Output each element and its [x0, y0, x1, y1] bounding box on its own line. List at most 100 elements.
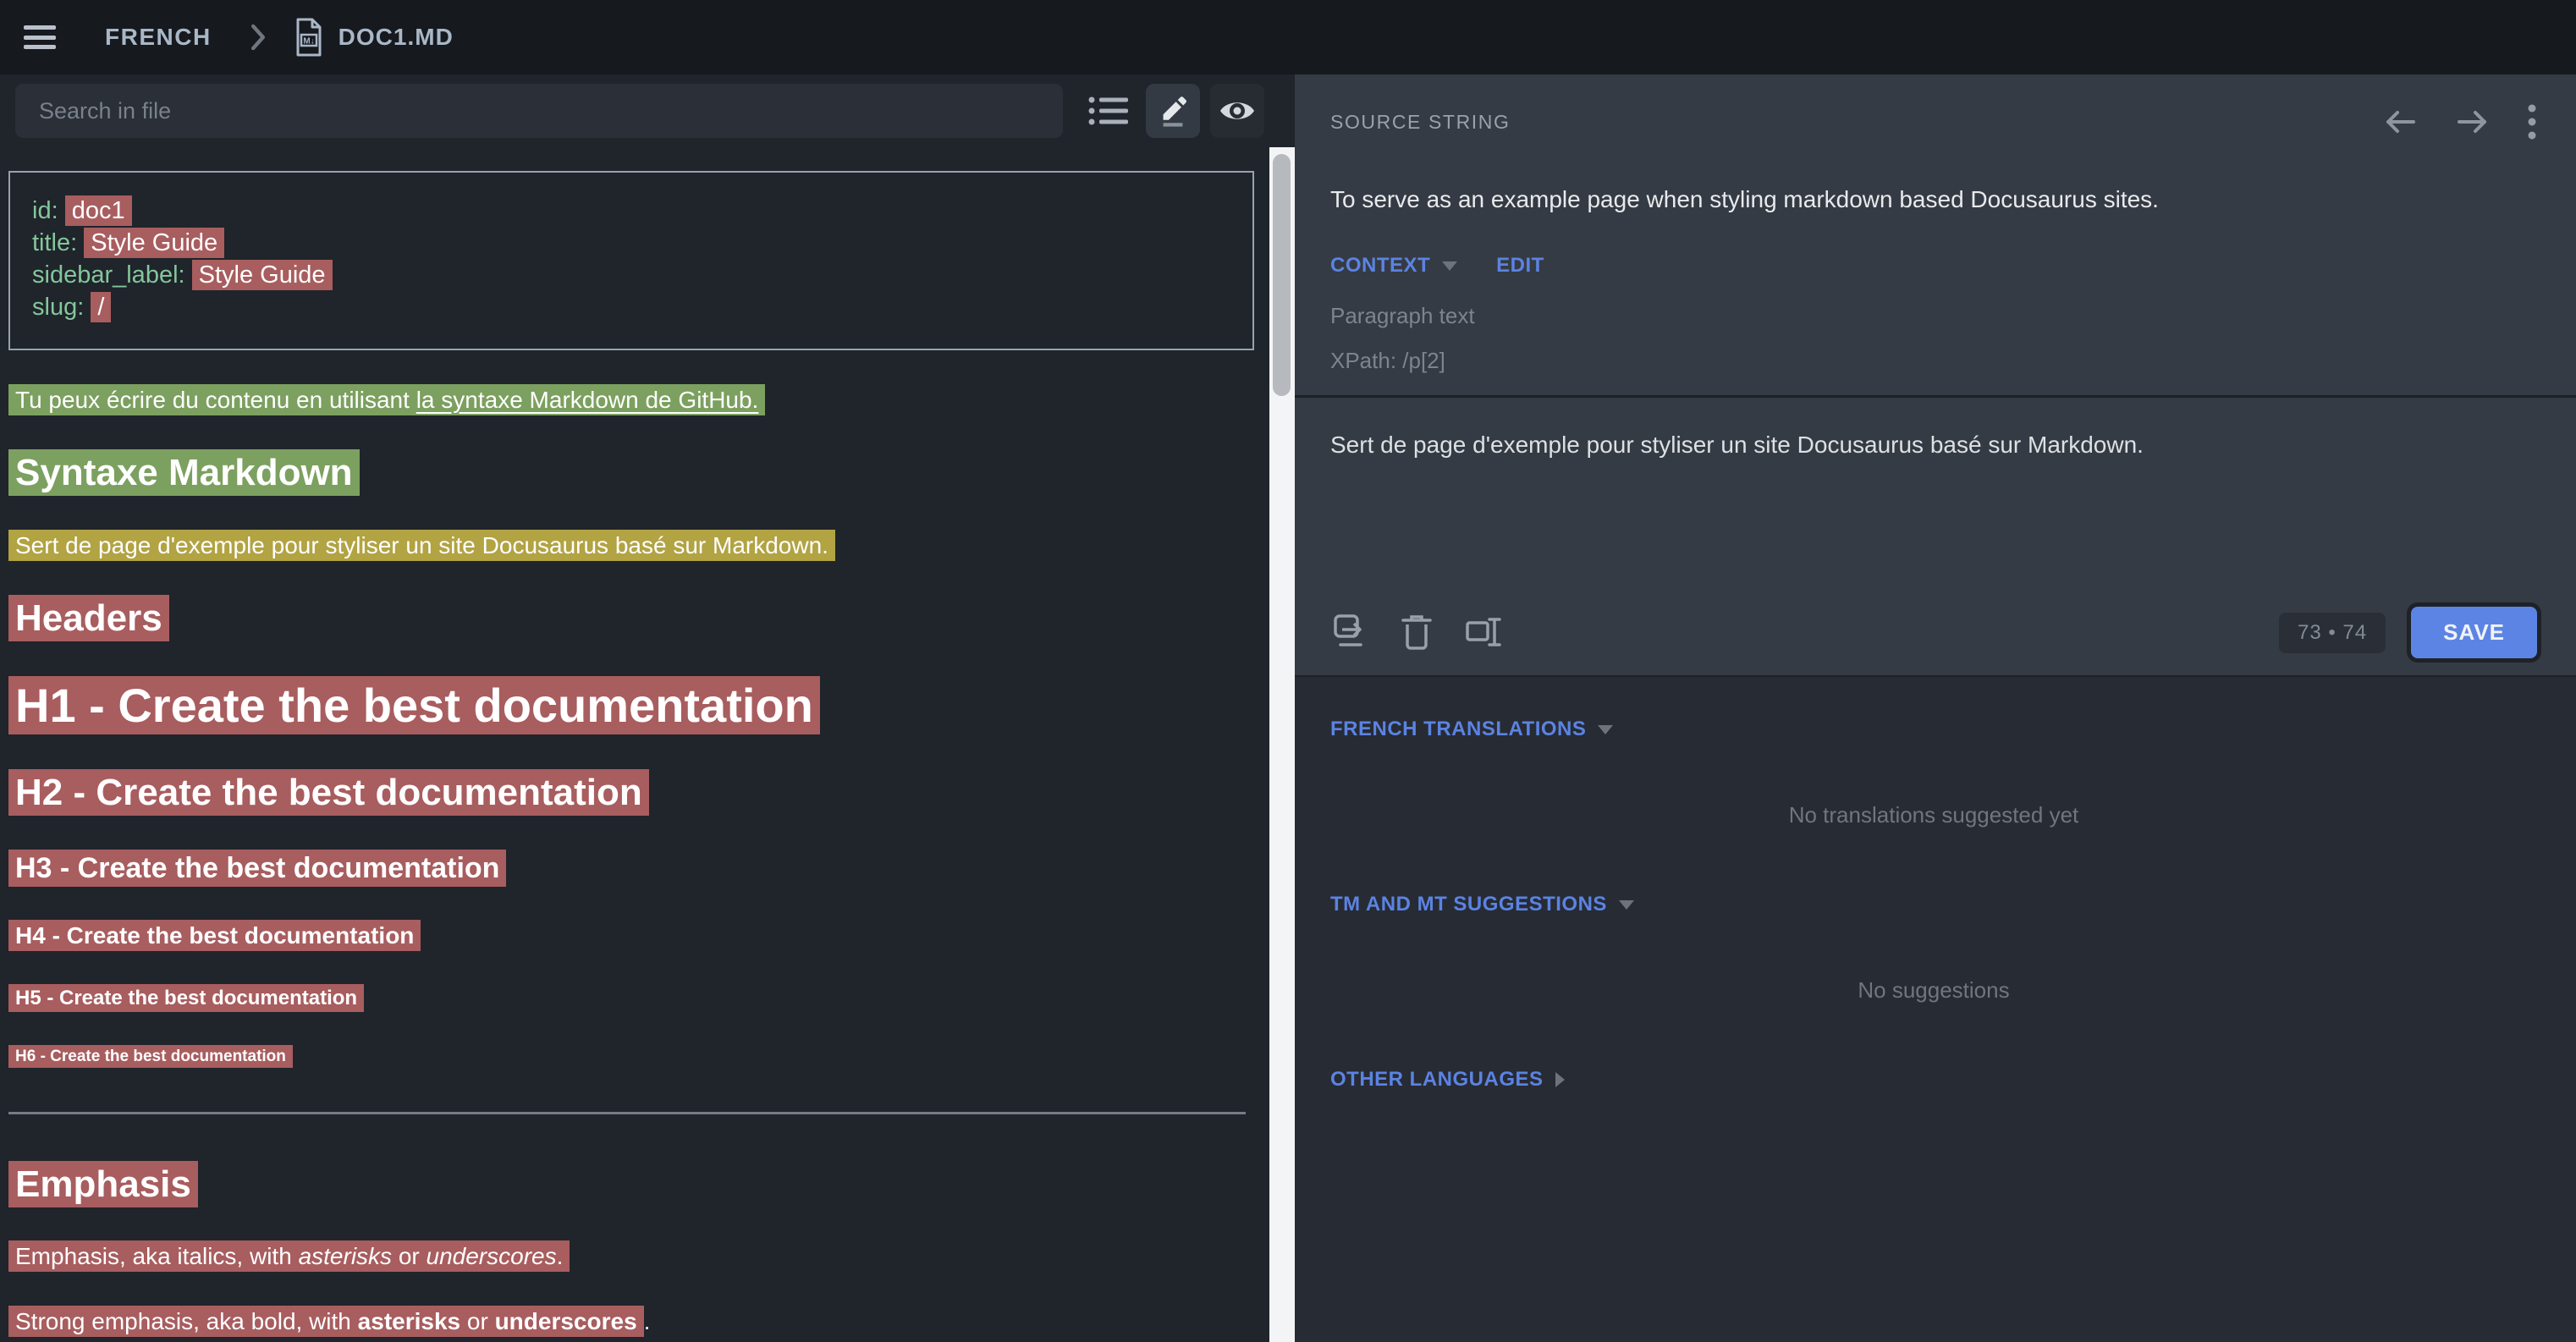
- pencil-icon: [1156, 94, 1190, 128]
- doc-block: Emphasis: [8, 1162, 1258, 1207]
- doc-block: Headers: [8, 596, 1258, 641]
- doc-string[interactable]: Sert de page d'exemple pour styliser un …: [8, 530, 835, 561]
- doc-text: H5 - Create the best documentation: [15, 987, 357, 1009]
- frontmatter-key: id:: [32, 197, 65, 224]
- frontmatter-line: title: Style Guide: [32, 227, 1236, 259]
- doc-string[interactable]: H6 - Create the best documentation: [8, 1045, 293, 1068]
- frontmatter-value-string[interactable]: Style Guide: [192, 260, 333, 290]
- doc-text: Emphasis, aka italics, with: [15, 1243, 299, 1269]
- rename-string-button[interactable]: [1464, 613, 1503, 653]
- doc-text: Sert de page d'exemple pour styliser un …: [15, 532, 828, 558]
- doc-block: Strong emphasis, aka bold, with asterisk…: [8, 1307, 1258, 1336]
- eye-icon: [1219, 97, 1256, 124]
- search-input[interactable]: [15, 84, 1063, 138]
- source-string-title: SOURCE STRING: [1330, 111, 1510, 134]
- tm-mt-suggestions-toggle[interactable]: TM AND MT SUGGESTIONS: [1330, 893, 2537, 916]
- context-dropdown[interactable]: CONTEXT: [1330, 254, 1430, 278]
- string-list-view-button[interactable]: [1082, 84, 1136, 138]
- translation-input[interactable]: Sert de page d'exemple pour styliser un …: [1330, 432, 2537, 459]
- doc-string[interactable]: Tu peux écrire du contenu en utilisant l…: [8, 384, 765, 415]
- doc-string[interactable]: H5 - Create the best documentation: [8, 984, 364, 1012]
- translations-empty-text: No translations suggested yet: [1330, 802, 2537, 828]
- scrollbar-track[interactable]: [1269, 147, 1295, 1342]
- doc-text: H2 - Create the best documentation: [15, 772, 642, 813]
- frontmatter-line: slug: /: [32, 291, 1236, 323]
- copy-source-button[interactable]: [1330, 613, 1369, 653]
- doc-block: H5 - Create the best documentation: [8, 986, 1258, 1010]
- top-bar: FRENCH M↓ DOC1.MD: [0, 0, 2576, 74]
- chevron-down-icon[interactable]: [1442, 261, 1457, 271]
- edit-context-button[interactable]: EDIT: [1496, 254, 1544, 278]
- edit-mode-button[interactable]: [1146, 84, 1200, 138]
- frontmatter-value-string[interactable]: Style Guide: [84, 228, 224, 258]
- doc-string[interactable]: H2 - Create the best documentation: [8, 769, 649, 816]
- context-type: Paragraph text: [1330, 303, 2537, 329]
- translation-pane: SOURCE STRING: [1295, 74, 2576, 1342]
- doc-text: Syntaxe Markdown: [15, 452, 353, 493]
- previous-string-button[interactable]: [2381, 107, 2419, 136]
- french-translations-title: FRENCH TRANSLATIONS: [1330, 718, 1586, 741]
- doc-string[interactable]: H3 - Create the best documentation: [8, 850, 506, 887]
- scrollbar-thumb[interactable]: [1273, 154, 1291, 396]
- preview-mode-button[interactable]: [1210, 84, 1264, 138]
- document-pane: id: doc1title: Style Guidesidebar_label:…: [0, 74, 1295, 1342]
- document-content: id: doc1title: Style Guidesidebar_label:…: [0, 147, 1269, 1342]
- frontmatter-key: title:: [32, 229, 84, 256]
- doc-text: .: [644, 1308, 651, 1334]
- more-options-button[interactable]: [2527, 103, 2537, 140]
- doc-text: Tu peux écrire du contenu en utilisant: [15, 387, 416, 413]
- french-translations-toggle[interactable]: FRENCH TRANSLATIONS: [1330, 718, 2537, 741]
- chevron-down-icon: [1598, 725, 1613, 734]
- search-row: [0, 74, 1295, 147]
- delete-translation-button[interactable]: [1400, 613, 1434, 653]
- doc-text: Strong emphasis, aka bold, with: [15, 1308, 358, 1334]
- doc-text: Emphasis: [15, 1163, 191, 1205]
- doc-string[interactable]: Headers: [8, 595, 169, 641]
- doc-block: H3 - Create the best documentation: [8, 851, 1258, 886]
- save-button[interactable]: SAVE: [2411, 607, 2537, 658]
- doc-block: Emphasis, aka italics, with asterisks or…: [8, 1242, 1258, 1271]
- context-xpath: XPath: /p[2]: [1330, 348, 2537, 374]
- doc-string[interactable]: Strong emphasis, aka bold, with asterisk…: [8, 1306, 644, 1337]
- doc-text: or: [460, 1308, 494, 1334]
- doc-string[interactable]: H4 - Create the best documentation: [8, 920, 421, 951]
- breadcrumb-file[interactable]: M↓ DOC1.MD: [294, 18, 454, 57]
- doc-block: Tu peux écrire du contenu en utilisant l…: [8, 386, 1258, 415]
- trash-icon: [1400, 613, 1434, 653]
- frontmatter-line: id: doc1: [32, 195, 1236, 227]
- chevron-down-icon: [1619, 900, 1634, 910]
- doc-block: H1 - Create the best documentation: [8, 677, 1258, 734]
- breadcrumb-chevron-icon: [249, 24, 267, 51]
- text-cursor-icon: [1464, 613, 1503, 653]
- source-string-section: SOURCE STRING: [1295, 74, 2576, 398]
- divider: [8, 1112, 1246, 1114]
- doc-string[interactable]: Emphasis: [8, 1161, 198, 1207]
- doc-link[interactable]: la syntaxe Markdown de GitHub.: [416, 387, 759, 413]
- tm-mt-suggestions-title: TM AND MT SUGGESTIONS: [1330, 893, 1607, 916]
- chevron-right-icon: [1555, 1072, 1565, 1087]
- doc-string[interactable]: H1 - Create the best documentation: [8, 676, 820, 734]
- doc-string[interactable]: Syntaxe Markdown: [8, 449, 360, 496]
- tm-empty-text: No suggestions: [1330, 977, 2537, 1004]
- translation-toolbar: 73 • 74 SAVE: [1330, 607, 2537, 658]
- doc-text: H4 - Create the best documentation: [15, 922, 414, 949]
- next-string-button[interactable]: [2454, 107, 2491, 136]
- doc-text: underscores: [427, 1243, 557, 1269]
- menu-icon[interactable]: [24, 25, 56, 49]
- breadcrumb-file-label: DOC1.MD: [339, 24, 454, 51]
- other-languages-title: OTHER LANGUAGES: [1330, 1068, 1544, 1092]
- doc-block: H2 - Create the best documentation: [8, 770, 1258, 816]
- doc-text: Headers: [15, 597, 162, 639]
- char-counter: 73 • 74: [2279, 613, 2386, 653]
- frontmatter-value-string[interactable]: doc1: [65, 195, 132, 226]
- frontmatter-value-string[interactable]: /: [91, 292, 111, 322]
- other-languages-toggle[interactable]: OTHER LANGUAGES: [1330, 1068, 2537, 1092]
- arrow-left-icon: [2381, 107, 2419, 136]
- source-string-text: To serve as an example page when styling…: [1330, 186, 2537, 213]
- doc-text: asterisks: [299, 1243, 392, 1269]
- doc-string[interactable]: Emphasis, aka italics, with asterisks or…: [8, 1240, 570, 1272]
- doc-text: H1 - Create the best documentation: [15, 679, 813, 732]
- frontmatter-key: slug:: [32, 294, 91, 321]
- translation-section: Sert de page d'exemple pour styliser un …: [1295, 398, 2576, 677]
- breadcrumb-project[interactable]: FRENCH: [105, 24, 212, 51]
